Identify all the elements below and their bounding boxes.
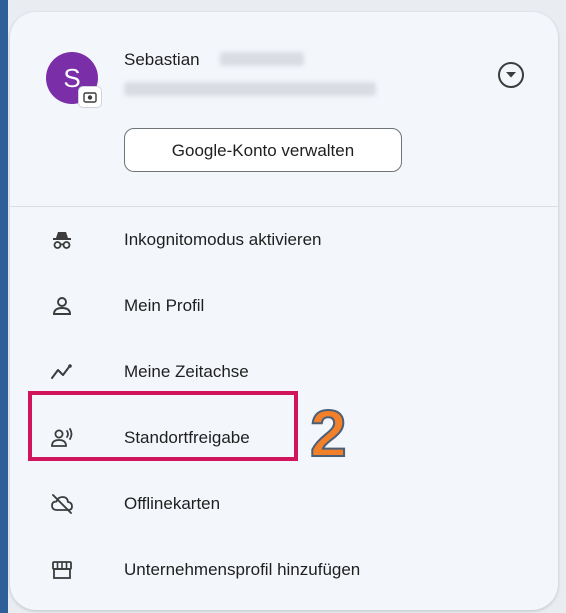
chevron-down-icon — [506, 72, 516, 78]
offline-maps-icon — [50, 492, 74, 516]
switch-account-button[interactable] — [498, 62, 524, 88]
camera-icon — [78, 86, 102, 108]
menu-item-label: Unternehmensprofil hinzufügen — [124, 560, 361, 579]
redacted-last-name — [220, 52, 304, 66]
menu-item-label: Mein Profil — [124, 296, 205, 315]
storefront-icon — [50, 558, 74, 582]
account-menu-panel: S Sebastian Google-Konto verwalten Inkog… — [10, 12, 558, 610]
menu-item-business-profile[interactable]: Unternehmensprofil hinzufügen — [10, 538, 558, 604]
menu-item-offline-maps[interactable]: Offlinekarten — [10, 472, 558, 538]
tutorial-step-number: 2 — [309, 396, 348, 470]
menu-item-label: Offlinekarten — [124, 494, 221, 513]
divider — [10, 206, 558, 207]
manage-account-button[interactable]: Google-Konto verwalten — [124, 128, 402, 172]
menu-item-profile[interactable]: Mein Profil — [10, 274, 558, 340]
tutorial-highlight-box — [28, 391, 298, 461]
window-edge — [0, 0, 8, 613]
account-header: S Sebastian Google-Konto verwalten — [10, 12, 558, 207]
timeline-icon — [50, 360, 74, 384]
menu-item-label: Inkognitomodus aktivieren — [124, 230, 322, 249]
redacted-email — [124, 82, 376, 96]
menu-item-label: Meine Zeitachse — [124, 362, 249, 381]
incognito-icon — [50, 228, 74, 252]
menu-item-incognito[interactable]: Inkognitomodus aktivieren — [10, 208, 558, 274]
user-name: Sebastian — [124, 50, 200, 69]
person-icon — [50, 294, 74, 318]
